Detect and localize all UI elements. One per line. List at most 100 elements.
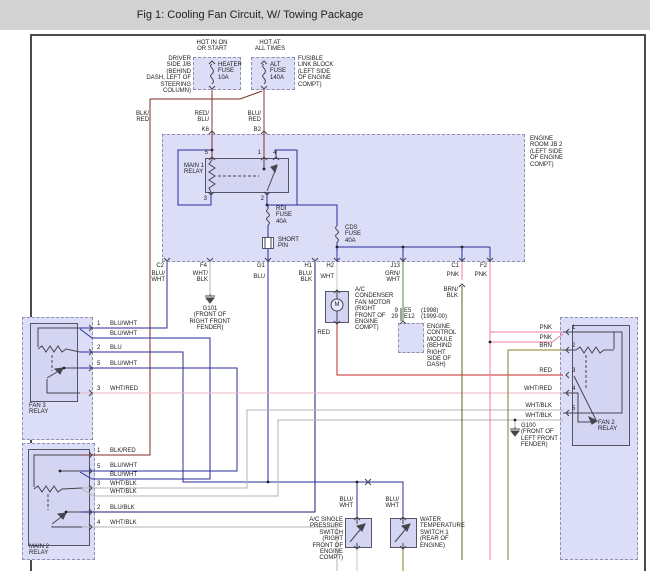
f2-color: PNK	[475, 272, 487, 278]
main2-coil	[34, 486, 82, 492]
ac-switch-arrow	[357, 524, 365, 531]
main2-w4: WHT/BLK	[110, 481, 137, 487]
wire-fan3-5-main2-5	[80, 368, 237, 471]
wire-blk-red	[82, 91, 262, 455]
g101-label: G101 (FRONT OF RIGHT FRONT FENDER)	[190, 306, 231, 332]
fan2-int-top	[563, 332, 614, 349]
main1-coil	[209, 160, 215, 192]
conn-f2: F2	[480, 263, 487, 269]
junction-dot	[263, 168, 266, 171]
heater-fuse-symbol	[211, 64, 214, 84]
connector-chevron-icon	[261, 86, 267, 89]
junction-dot	[514, 419, 517, 422]
title-bar: Fig 1: Cooling Fan Circuit, W/ Towing Pa…	[0, 0, 650, 30]
conn-h2: H2	[326, 263, 334, 269]
fan3-w1: BLU/WHT	[110, 321, 137, 327]
wire-whtblk-a	[82, 410, 563, 488]
connector-chevron-icon	[400, 321, 406, 324]
conn-h1: H1	[304, 263, 312, 269]
b2-label: B2	[254, 127, 261, 133]
main2-relay-label: MAIN 2 RELAY	[29, 544, 49, 557]
main1-pin2: 2	[261, 196, 264, 202]
connector-chevron-icon	[261, 61, 267, 64]
conn-g1: G1	[257, 263, 265, 269]
cds-fuse-label: CDS FUSE 40A	[345, 225, 361, 244]
water-switch-wire: BLU/ WHT	[385, 497, 399, 510]
water-switch-caption: WATER TEMPERATURE SWITCH 1 (REAR OF ENGI…	[420, 517, 465, 549]
short-pin-label: SHORT PIN	[278, 237, 299, 250]
g1-color: BLU	[253, 274, 265, 280]
wire-whtblk-b	[82, 420, 563, 496]
wire-pnk-b	[490, 334, 563, 342]
junction-dot	[266, 204, 269, 207]
main1-pin5: 5	[205, 150, 208, 156]
main1-pin1: 1	[258, 150, 261, 156]
fan3-relay-label: FAN 3 RELAY	[29, 403, 48, 416]
alt-fuse-symbol	[263, 64, 266, 84]
fan3-w2: BLU/WHT	[110, 331, 137, 337]
ecm-pin-names: E5 E12	[404, 308, 415, 321]
fan3-pivot	[47, 379, 80, 393]
f4-color: WHT/ BLK	[193, 271, 208, 284]
blu-red-label: BLU/ RED	[248, 111, 261, 124]
connector-chevron-icon	[566, 372, 569, 378]
wiring-diagram-canvas: HOT IN ON OR START HOT AT ALL TIMES DRIVER…	[0, 30, 650, 571]
water-switch-arrow	[402, 524, 410, 531]
driver-jb-caption: DRIVER SIDE J/B (BEHIND DASH, LEFT OF ST…	[146, 56, 191, 94]
main2-pin1: 1	[97, 448, 100, 454]
j13-color: GRN/ WHT	[385, 271, 400, 284]
main2-w2: BLU/WHT	[110, 463, 137, 469]
junction-dot	[489, 341, 492, 344]
fan2-w7: WHT/BLK	[525, 413, 552, 419]
c2-color: BLU/ WHT	[151, 271, 165, 284]
main2-w3: BLU/WHT	[110, 472, 137, 478]
fan3-pin1: 1	[97, 321, 100, 327]
blk-red-label: BLK/ RED	[136, 111, 149, 124]
fan2-w6: WHT/BLK	[525, 403, 552, 409]
conn-j13: J13	[390, 263, 400, 269]
junction-dot	[356, 481, 359, 484]
hot-at-all-times-label: HOT AT ALL TIMES	[255, 40, 285, 53]
rdi-fuse-symbol	[267, 209, 270, 225]
main2-w1: BLK/RED	[110, 448, 136, 454]
conn-c1: C1	[451, 263, 459, 269]
main2-pin4: 4	[97, 520, 100, 526]
junction-dot	[63, 367, 66, 370]
junction-dot	[461, 246, 464, 249]
main2-w7: WHT/BLK	[110, 520, 137, 526]
rdi-fuse-label: RDI FUSE 40A	[276, 206, 292, 225]
hot-in-on-label: HOT IN ON OR START	[197, 40, 228, 53]
red-label: RED	[317, 330, 330, 336]
short-pin-lines	[265, 237, 271, 249]
main1-pin3: 3	[204, 196, 207, 202]
junction-dot	[267, 481, 270, 484]
main2-w5: WHT/BLK	[110, 489, 137, 495]
red-blu-label: RED/ BLU	[195, 111, 209, 124]
wire-main1-pin4	[267, 150, 297, 205]
conn-f4: F4	[200, 263, 207, 269]
fan2-coil	[563, 347, 614, 353]
junction-dot	[402, 246, 405, 249]
wiring-diagram-page: Fig 1: Cooling Fan Circuit, W/ Towing Pa…	[0, 0, 650, 571]
ac-switch-wire: BLU/ WHT	[339, 497, 353, 510]
junction-dot	[211, 149, 214, 152]
brn-blk-label: BRN/ BLK	[444, 287, 458, 300]
main2-w6: BLU/BLK	[110, 505, 135, 511]
g100-label: G100 (FRONT OF LEFT FRONT FENDER)	[521, 423, 558, 449]
fan2-pin3: 3	[572, 368, 575, 374]
main1-switch-arrow	[271, 165, 277, 172]
h1-color: BLU/ BLK	[299, 271, 312, 284]
fan3-w4: BLU/WHT	[110, 361, 137, 367]
fan2-w1: PNK	[540, 325, 552, 331]
c1-color: PNK	[447, 272, 459, 278]
fan2-w3: BRN	[539, 343, 552, 349]
fan3-coil	[38, 346, 80, 352]
fan3-w3: BLU	[110, 345, 122, 351]
fan2-w2: PNK	[540, 335, 552, 341]
fan3-pin2: 2	[97, 345, 100, 351]
fan2-switch-arrow	[589, 417, 597, 424]
h2-color: WHT	[320, 274, 334, 280]
conn-c2: C2	[156, 263, 164, 269]
wire-layer	[0, 30, 650, 571]
heater-fuse-label: HEATER FUSE 10A	[218, 62, 242, 81]
